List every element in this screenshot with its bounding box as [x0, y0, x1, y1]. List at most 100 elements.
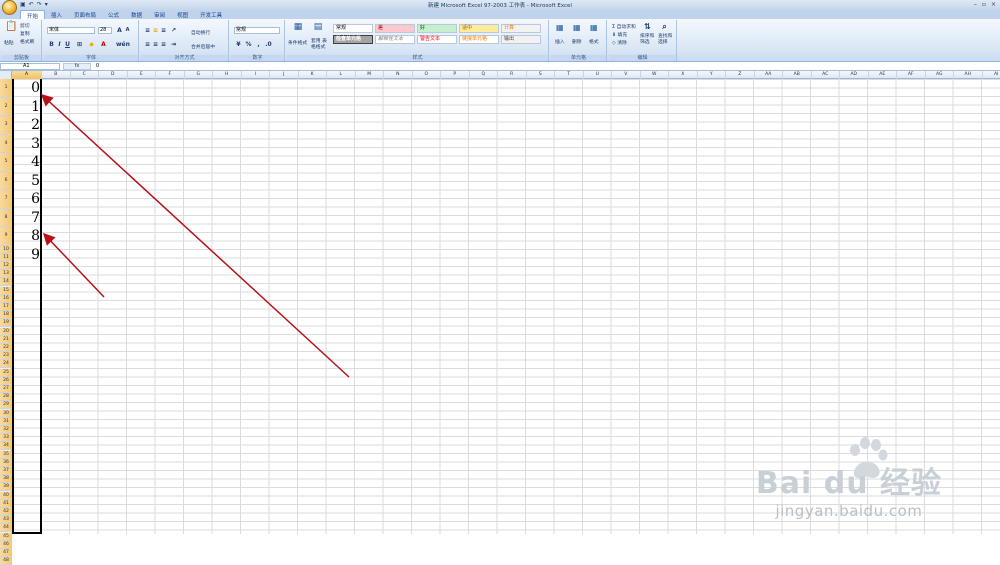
column-header-G[interactable]: G: [185, 71, 214, 79]
fill-button[interactable]: ⬇ 填充: [612, 31, 627, 38]
copy-button[interactable]: 复制: [20, 30, 30, 37]
row-header-20[interactable]: 20: [0, 328, 12, 336]
row-header-33[interactable]: 33: [0, 434, 12, 442]
row-header-42[interactable]: 42: [0, 508, 12, 516]
find-select-icon[interactable]: ⌕: [661, 23, 668, 30]
row-header-48[interactable]: 48: [0, 557, 12, 565]
row-header-44[interactable]: 44: [0, 524, 12, 532]
wrap-text-button[interactable]: 自动换行: [191, 29, 210, 36]
column-header-L[interactable]: L: [327, 71, 356, 79]
column-header-Z[interactable]: Z: [726, 71, 755, 79]
row-header-18[interactable]: 18: [0, 311, 12, 319]
select-all-button[interactable]: [0, 71, 12, 79]
column-header-N[interactable]: N: [384, 71, 413, 79]
column-header-AC[interactable]: AC: [812, 71, 841, 79]
column-header-U[interactable]: U: [584, 71, 613, 79]
column-header-O[interactable]: O: [413, 71, 442, 79]
row-header-39[interactable]: 39: [0, 483, 12, 491]
column-header-B[interactable]: B: [42, 71, 71, 79]
font-color-icon[interactable]: A: [100, 41, 107, 48]
column-header-AA[interactable]: AA: [755, 71, 784, 79]
delete-cells-button[interactable]: 删除: [572, 38, 582, 45]
tab-0[interactable]: 开始: [20, 10, 45, 19]
percent-icon[interactable]: %: [245, 41, 252, 48]
currency-icon[interactable]: ¥: [235, 41, 242, 48]
row-header-41[interactable]: 41: [0, 500, 12, 508]
row-header-31[interactable]: 31: [0, 418, 12, 426]
column-header-P[interactable]: P: [441, 71, 470, 79]
row-header-30[interactable]: 30: [0, 410, 12, 418]
row-header-6[interactable]: 6: [0, 172, 12, 191]
row-header-37[interactable]: 37: [0, 467, 12, 475]
row-header-38[interactable]: 38: [0, 475, 12, 483]
row-header-11[interactable]: 11: [0, 254, 12, 262]
row-header-10[interactable]: 10: [0, 246, 12, 254]
column-header-A[interactable]: A: [12, 71, 42, 79]
office-button[interactable]: [2, 0, 17, 15]
row-header-35[interactable]: 35: [0, 451, 12, 459]
row-header-14[interactable]: 14: [0, 278, 12, 286]
column-header-AD[interactable]: AD: [840, 71, 869, 79]
minimize-button[interactable]: –: [974, 1, 977, 8]
row-header-22[interactable]: 22: [0, 344, 12, 352]
row-header-13[interactable]: 13: [0, 270, 12, 278]
phonetic-icon[interactable]: wén: [116, 41, 123, 48]
formula-input[interactable]: 0: [96, 63, 99, 69]
format-cells-icon[interactable]: ▦: [590, 24, 597, 31]
insert-cells-icon[interactable]: ▦: [556, 24, 563, 31]
align-bottom-icon[interactable]: ≡: [160, 27, 167, 34]
bold-icon[interactable]: B: [48, 41, 55, 48]
font-name-select[interactable]: 宋体: [47, 27, 95, 34]
row-header-12[interactable]: 12: [0, 262, 12, 270]
cell-style-1[interactable]: 差: [375, 24, 415, 33]
column-header-AI[interactable]: AI: [983, 71, 1000, 79]
column-header-F[interactable]: F: [156, 71, 185, 79]
column-header-H[interactable]: H: [213, 71, 242, 79]
delete-cells-icon[interactable]: ▦: [573, 24, 580, 31]
number-format-select[interactable]: 常规: [234, 27, 280, 34]
column-header-E[interactable]: E: [128, 71, 157, 79]
column-header-AH[interactable]: AH: [954, 71, 983, 79]
column-header-K[interactable]: K: [299, 71, 328, 79]
row-header-36[interactable]: 36: [0, 459, 12, 467]
clear-button[interactable]: ◇ 清除: [612, 39, 627, 46]
cell-style-0[interactable]: 常规: [333, 24, 373, 33]
column-header-C[interactable]: C: [71, 71, 100, 79]
column-header-AE[interactable]: AE: [869, 71, 898, 79]
column-header-AF[interactable]: AF: [897, 71, 926, 79]
row-header-27[interactable]: 27: [0, 385, 12, 393]
font-size-select[interactable]: 28: [98, 27, 112, 34]
tab-4[interactable]: 数据: [125, 10, 148, 19]
border-icon[interactable]: ⊞: [76, 41, 83, 48]
column-header-I[interactable]: I: [242, 71, 271, 79]
row-header-46[interactable]: 46: [0, 541, 12, 549]
row-header-4[interactable]: 4: [0, 135, 12, 154]
tab-3[interactable]: 公式: [102, 10, 125, 19]
cell-style-5[interactable]: 检查单元格: [333, 35, 373, 44]
table-format-button[interactable]: 套用 表格格式: [311, 39, 329, 51]
row-header-8[interactable]: 8: [0, 209, 12, 228]
close-button[interactable]: ×: [991, 1, 996, 8]
sort-filter-button[interactable]: 排序和 筛选: [640, 34, 656, 46]
cell-style-4[interactable]: 计算: [501, 24, 541, 33]
format-cells-button[interactable]: 格式: [589, 38, 599, 45]
table-format-icon[interactable]: ▤: [312, 24, 324, 36]
fill-color-icon[interactable]: ◆: [88, 41, 95, 48]
row-header-17[interactable]: 17: [0, 303, 12, 311]
grow-font-icon[interactable]: A: [116, 27, 123, 34]
column-header-D[interactable]: D: [99, 71, 128, 79]
shrink-font-icon[interactable]: A: [124, 27, 131, 34]
row-header-21[interactable]: 21: [0, 336, 12, 344]
cell-style-9[interactable]: 输出: [501, 35, 541, 44]
align-left-icon[interactable]: ≡: [144, 41, 151, 48]
column-header-T[interactable]: T: [555, 71, 584, 79]
column-header-Y[interactable]: Y: [698, 71, 727, 79]
row-header-47[interactable]: 47: [0, 549, 12, 557]
row-header-40[interactable]: 40: [0, 492, 12, 500]
row-header-5[interactable]: 5: [0, 153, 12, 172]
paste-icon[interactable]: 📋: [5, 23, 17, 35]
column-header-R[interactable]: R: [498, 71, 527, 79]
underline-icon[interactable]: U: [64, 41, 71, 48]
tab-1[interactable]: 插入: [45, 10, 68, 19]
italic-icon[interactable]: I: [56, 41, 63, 48]
